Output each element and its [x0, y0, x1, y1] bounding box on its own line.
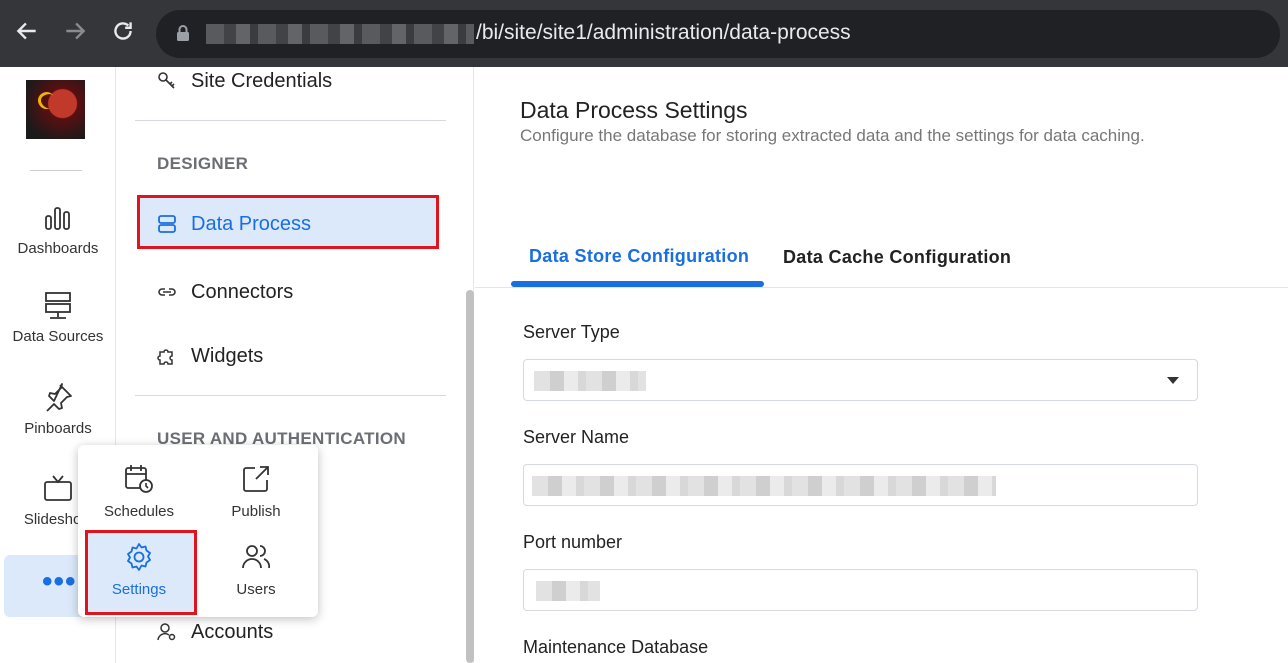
highlight-box-data-process	[137, 195, 439, 249]
redacted-value	[534, 371, 646, 391]
rail-label: Data Sources	[12, 328, 104, 345]
menu-item-users[interactable]: Users	[201, 541, 311, 598]
page-subtitle: Configure the database for storing extra…	[520, 126, 1145, 145]
link-icon	[158, 288, 176, 296]
nav-label: Accounts	[191, 620, 274, 643]
menu-label: Schedules	[103, 503, 175, 520]
puzzle-icon	[157, 349, 173, 365]
key-icon	[158, 72, 175, 89]
redacted-value	[532, 476, 996, 496]
nav-label: Connectors	[191, 280, 294, 303]
nav-item-widgets[interactable]: Widgets	[157, 341, 263, 371]
tab-data-cache-configuration[interactable]: Data Cache Configuration	[783, 247, 1011, 268]
rail-label: Pinboards	[24, 420, 92, 437]
redacted-host	[206, 24, 474, 44]
bar-chart-icon	[45, 207, 70, 230]
lock-icon	[177, 25, 189, 41]
nav-divider	[135, 120, 446, 121]
rail-item-dashboards[interactable]: Dashboards	[0, 202, 116, 257]
server-type-select[interactable]	[523, 359, 1198, 401]
avatar[interactable]	[26, 80, 85, 139]
server-type-label: Server Type	[523, 322, 620, 342]
tabs-divider	[475, 287, 1288, 288]
users-icon	[242, 545, 271, 569]
server-name-label: Server Name	[523, 427, 630, 447]
rail-item-pinboards[interactable]: Pinboards	[0, 382, 116, 437]
server-icon	[45, 292, 71, 319]
page-title: Data Process Settings	[520, 97, 748, 123]
menu-label: Users	[236, 581, 276, 598]
port-number-label: Port number	[523, 532, 623, 552]
nav-divider	[135, 395, 446, 396]
nav-item-site-credentials[interactable]: Site Credentials	[157, 66, 332, 96]
tab-data-store-configuration[interactable]: Data Store Configuration	[529, 246, 749, 267]
port-number-input[interactable]	[523, 569, 1198, 611]
highlight-box-settings	[85, 530, 197, 615]
reload-icon[interactable]	[110, 18, 138, 48]
maintenance-database-label: Maintenance Database	[523, 637, 709, 657]
more-dots-icon: •••	[42, 565, 77, 598]
tv-icon	[44, 475, 72, 501]
section-heading-designer: DESIGNER	[157, 154, 249, 173]
account-gear-icon	[157, 623, 176, 641]
nav-item-accounts[interactable]: Accounts	[157, 617, 273, 647]
redacted-value	[536, 581, 600, 601]
menu-item-publish[interactable]: Publish	[201, 463, 311, 520]
url-path: /bi/site/site1/administration/data-proce…	[476, 21, 851, 44]
nav-item-connectors[interactable]: Connectors	[157, 277, 293, 307]
menu-label: Publish	[231, 503, 281, 520]
rail-item-data-sources[interactable]: Data Sources	[0, 290, 116, 345]
nav-label: Site Credentials	[191, 69, 333, 92]
pin-icon	[46, 383, 72, 412]
nav-label: Widgets	[191, 344, 264, 367]
forward-icon[interactable]	[62, 18, 90, 48]
chevron-down-icon	[1167, 377, 1179, 384]
menu-item-schedules[interactable]: Schedules	[84, 463, 194, 520]
active-tab-indicator	[511, 281, 764, 287]
server-name-input[interactable]	[523, 464, 1198, 506]
browser-toolbar: /bi/site/site1/administration/data-proce…	[0, 0, 1288, 67]
scrollbar[interactable]	[466, 290, 474, 663]
share-icon	[243, 466, 269, 492]
back-icon[interactable]	[14, 18, 42, 48]
calendar-clock-icon	[125, 465, 153, 493]
rail-divider	[30, 170, 82, 171]
rail-label: Dashboards	[17, 240, 99, 257]
